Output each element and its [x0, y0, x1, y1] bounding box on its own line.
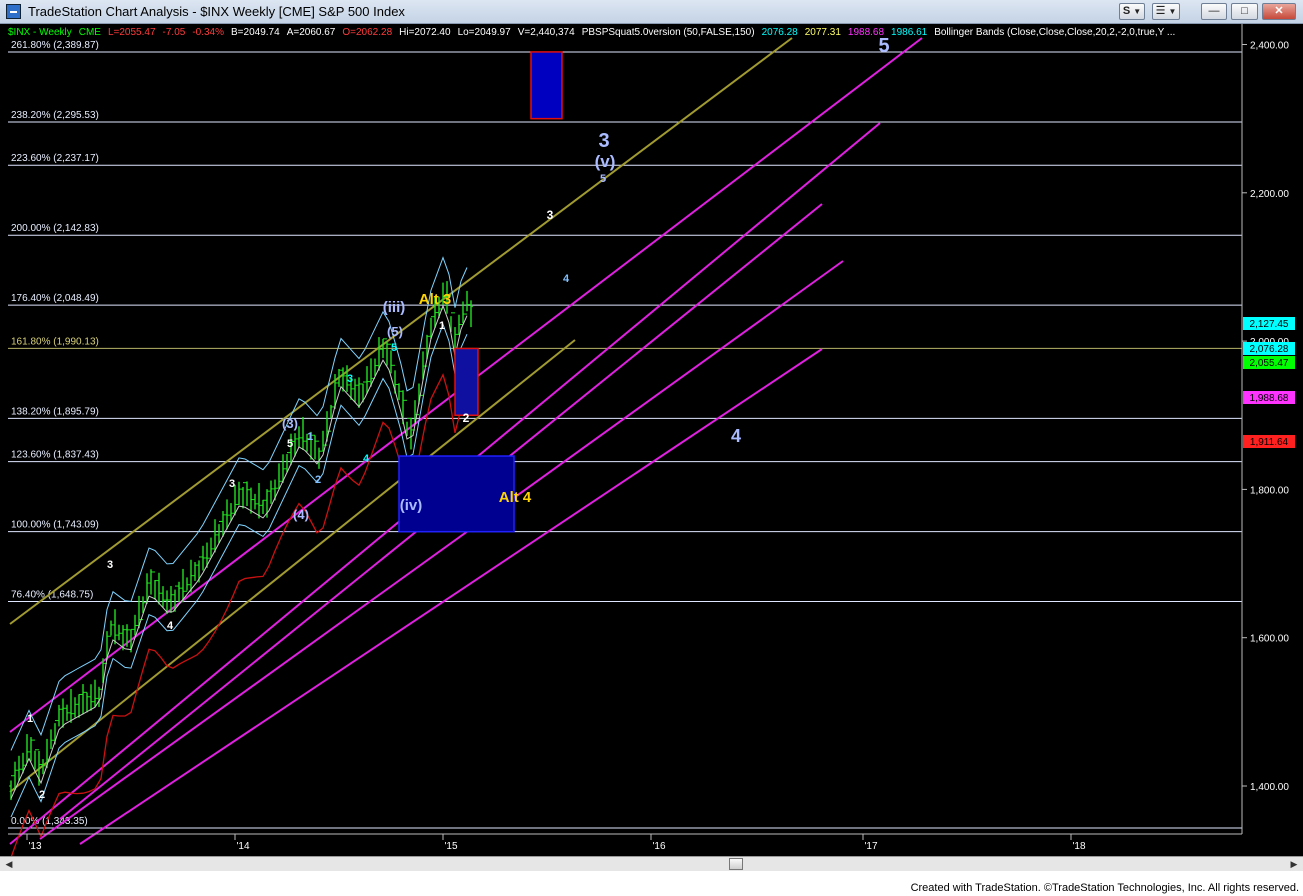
wave-label: 5 [600, 173, 606, 185]
close-button[interactable]: ✕ [1262, 3, 1296, 20]
maximize-icon: □ [1241, 5, 1248, 17]
info-item: 2076.28 [761, 27, 798, 38]
info-item: Lo=2049.97 [457, 27, 511, 38]
copyright-text: Created with TradeStation. ©TradeStation… [910, 882, 1299, 894]
s-button-label: S [1122, 5, 1131, 17]
wave-label: 2 [39, 789, 45, 801]
info-item: $INX - Weekly [8, 27, 72, 38]
wave-label: (iii) [383, 299, 406, 316]
wave-label: 3 [547, 208, 554, 222]
price-axis-label: 1,800.00 [1250, 485, 1289, 496]
list-menu-button[interactable]: ☰ ▼ [1152, 3, 1180, 20]
info-item: Hi=2072.40 [399, 27, 451, 38]
info-item: CME [78, 27, 101, 38]
wave-label: 5 [391, 342, 397, 354]
minimize-button[interactable]: — [1201, 3, 1227, 20]
chevron-down-icon: ▼ [1168, 7, 1177, 16]
wave-label: 3 [598, 130, 609, 152]
info-item: 1988.68 [847, 27, 885, 38]
scroll-right-icon[interactable]: ▶ [1287, 858, 1301, 870]
info-item: V=2,440,374 [517, 27, 575, 38]
wave-label: 2 [315, 474, 321, 486]
wave-label: 5 [287, 438, 293, 450]
wave-label: 4 [363, 453, 370, 465]
price-tag-label: 2,127.45 [1250, 319, 1289, 330]
wave-label: 1 [307, 431, 313, 443]
time-scrollbar[interactable]: ◀ ▶ [0, 856, 1303, 871]
fib-label: 123.60% (1,837.43) [11, 450, 99, 461]
wave-label: Alt 3 [419, 291, 452, 308]
wave-label: Alt 4 [499, 489, 532, 506]
wave-label: (iv) [400, 497, 423, 514]
info-item: 2077.31 [804, 27, 841, 38]
wave-3-target-box [530, 51, 563, 120]
fib-label: 261.80% (2,389.87) [11, 40, 99, 51]
chevron-down-icon: ▼ [1133, 7, 1142, 16]
info-item: Bollinger Bands (Close,Close,Close,20,2,… [934, 27, 1176, 38]
alt-4-target-box [398, 455, 515, 533]
price-tag-label: 2,076.28 [1250, 344, 1289, 355]
time-axis-label: '16 [652, 841, 665, 852]
wave-label: 3 [347, 373, 353, 385]
symbol-info-bar: $INX - Weekly CME L=2055.47 -7.05 -0.34% B=20… [8, 26, 1182, 39]
info-item: -0.34% [192, 27, 225, 38]
maximize-button[interactable]: □ [1231, 3, 1258, 20]
info-item: -7.05 [162, 27, 186, 38]
info-item: 1986.61 [891, 27, 928, 38]
time-axis-label: '14 [236, 841, 249, 852]
info-item: A=2060.67 [286, 27, 336, 38]
close-icon: ✕ [1274, 5, 1284, 17]
price-axis-label: 1,400.00 [1250, 782, 1289, 793]
wave-label: (5) [387, 324, 403, 339]
wave-label: 4 [167, 620, 174, 632]
window-title: TradeStation Chart Analysis - $INX Weekl… [28, 4, 405, 19]
footer: Created with TradeStation. ©TradeStation… [0, 871, 1303, 896]
info-item: O=2062.28 [342, 27, 393, 38]
scroll-left-icon[interactable]: ◀ [2, 858, 16, 870]
price-axis-label: 2,200.00 [1250, 189, 1289, 200]
s-menu-button[interactable]: S ▼ [1119, 3, 1145, 20]
chart-area[interactable]: 300.00% (2,542.57)261.80% (2,389.87)238.… [0, 24, 1303, 861]
info-item: L=2055.47 [107, 27, 156, 38]
wave-label: 1 [439, 320, 445, 332]
title-bar: TradeStation Chart Analysis - $INX Weekl… [0, 0, 1303, 24]
wave-label: 2 [463, 411, 470, 425]
fib-label: 161.80% (1,990.13) [11, 336, 99, 347]
wave-label: 1 [27, 713, 33, 725]
price-tag-label: 1,911.64 [1250, 437, 1289, 448]
wave-label: 3 [229, 478, 235, 490]
price-axis-label: 2,400.00 [1250, 41, 1289, 52]
fib-label: 223.60% (2,237.17) [11, 153, 99, 164]
price-tag-label: 1,988.68 [1250, 393, 1289, 404]
fib-label: 100.00% (1,743.09) [11, 520, 99, 531]
scroll-thumb[interactable] [729, 858, 743, 870]
time-axis-label: '13 [28, 841, 41, 852]
list-icon: ☰ [1155, 5, 1166, 17]
fib-label: 238.20% (2,295.53) [11, 110, 99, 121]
info-item: B=2049.74 [231, 27, 280, 38]
time-axis-label: '15 [444, 841, 457, 852]
fib-label: 138.20% (1,895.79) [11, 406, 99, 417]
wave-label: 4 [563, 273, 570, 285]
time-axis-label: '18 [1072, 841, 1085, 852]
time-axis-label: '17 [864, 841, 877, 852]
fib-label: 200.00% (2,142.83) [11, 223, 99, 234]
chart-canvas[interactable]: 300.00% (2,542.57)261.80% (2,389.87)238.… [0, 24, 1303, 858]
wave-label: 3 [107, 559, 113, 571]
price-axis-label: 1,600.00 [1250, 634, 1289, 645]
app-icon [6, 4, 21, 19]
info-item: PBSPSquat5.0version (50,FALSE,150) [581, 27, 755, 38]
wave-label: (3) [282, 416, 298, 431]
fib-label: 176.40% (2,048.49) [11, 293, 99, 304]
wave-2-target-box [454, 347, 479, 417]
minimize-icon: — [1208, 5, 1220, 17]
price-tag-label: 2,055.47 [1250, 358, 1289, 369]
wave-label: (v) [595, 152, 616, 171]
wave-label: (4) [293, 507, 309, 522]
wave-label: 4 [731, 426, 741, 446]
